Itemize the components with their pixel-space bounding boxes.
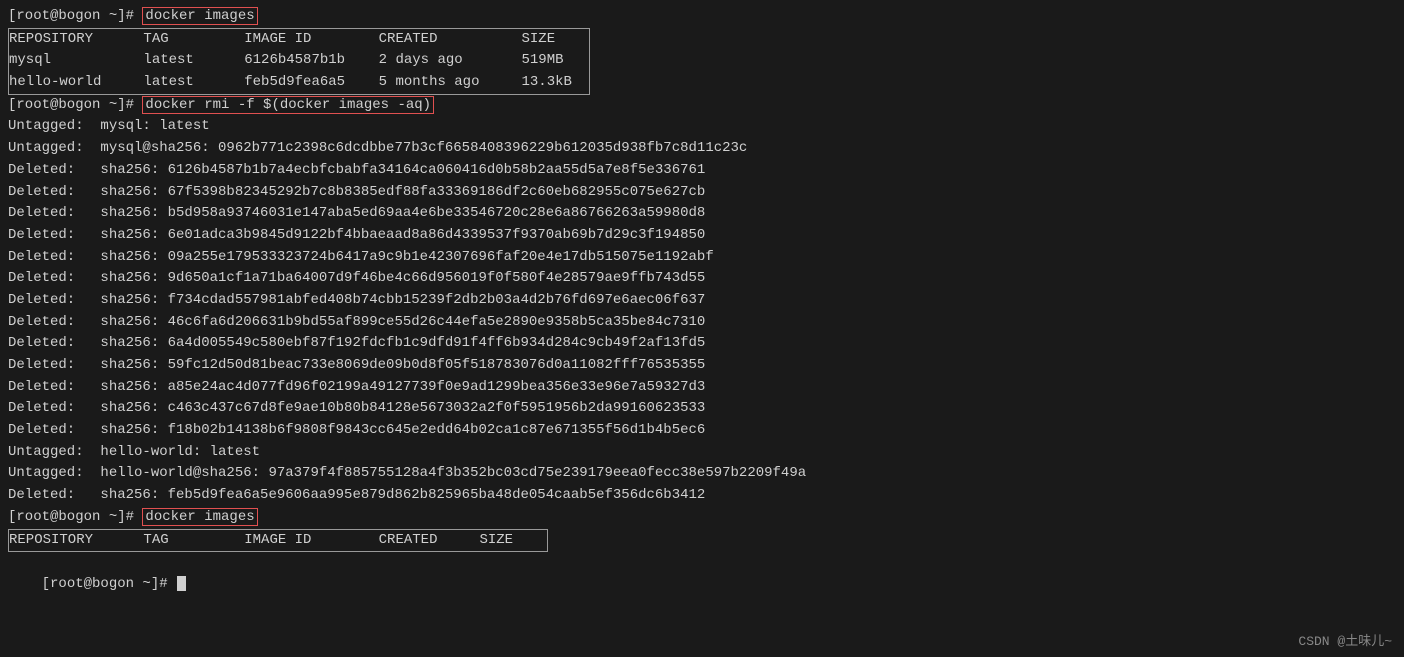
deleted-4: Deleted: sha256: 6e01adca3b9845d9122bf4b…: [8, 225, 1396, 247]
line-rmi: [root@bogon ~]# docker rmi -f $(docker i…: [8, 95, 1396, 117]
table-row-mysql: mysql latest 6126b4587b1b 2 days ago 519…: [9, 50, 589, 72]
watermark: CSDN @土味儿~: [1298, 630, 1392, 649]
deleted-2: Deleted: sha256: 67f5398b82345292b7c8b83…: [8, 182, 1396, 204]
last-prompt: [root@bogon ~]#: [42, 576, 176, 592]
table-header-1: REPOSITORY TAG IMAGE ID CREATED SIZE: [9, 29, 589, 51]
deleted-3: Deleted: sha256: b5d958a93746031e147aba5…: [8, 203, 1396, 225]
deleted-13: Deleted: sha256: f18b02b14138b6f9808f984…: [8, 420, 1396, 442]
untagged-hello: Untagged: hello-world: latest: [8, 442, 1396, 464]
prompt-rmi: [root@bogon ~]#: [8, 97, 142, 113]
prompt-2: [root@bogon ~]#: [8, 509, 142, 525]
deleted-9: Deleted: sha256: 6a4d005549c580ebf87f192…: [8, 333, 1396, 355]
deleted-6: Deleted: sha256: 9d650a1cf1a71ba64007d9f…: [8, 268, 1396, 290]
table-row-hello: hello-world latest feb5d9fea6a5 5 months…: [9, 72, 589, 94]
deleted-hello: Deleted: sha256: feb5d9fea6a5e9606aa995e…: [8, 485, 1396, 507]
cursor: [177, 576, 186, 591]
cmd-docker-images-2: docker images: [142, 508, 257, 526]
deleted-8: Deleted: sha256: 46c6fa6d206631b9bd55af8…: [8, 312, 1396, 334]
table-header-2: REPOSITORY TAG IMAGE ID CREATED SIZE: [9, 530, 547, 552]
last-prompt-line: [root@bogon ~]#: [8, 552, 1396, 617]
cmd-docker-images-1: docker images: [142, 7, 257, 25]
deleted-10: Deleted: sha256: 59fc12d50d81beac733e806…: [8, 355, 1396, 377]
line-docker-images-2: [root@bogon ~]# docker images: [8, 507, 1396, 529]
table-box-1: REPOSITORY TAG IMAGE ID CREATED SIZE mys…: [8, 28, 590, 95]
line-1: [root@bogon ~]# docker images: [8, 6, 1396, 28]
untagged-mysql-sha: Untagged: mysql@sha256: 0962b771c2398c6d…: [8, 138, 1396, 160]
terminal-window: [root@bogon ~]# docker images REPOSITORY…: [0, 0, 1404, 657]
deleted-7: Deleted: sha256: f734cdad557981abfed408b…: [8, 290, 1396, 312]
deleted-11: Deleted: sha256: a85e24ac4d077fd96f02199…: [8, 377, 1396, 399]
deleted-5: Deleted: sha256: 09a255e179533323724b641…: [8, 247, 1396, 269]
deleted-1: Deleted: sha256: 6126b4587b1b7a4ecbfcbab…: [8, 160, 1396, 182]
untagged-hello-sha: Untagged: hello-world@sha256: 97a379f4f8…: [8, 463, 1396, 485]
untagged-mysql: Untagged: mysql: latest: [8, 116, 1396, 138]
table-box-2: REPOSITORY TAG IMAGE ID CREATED SIZE: [8, 529, 548, 553]
deleted-12: Deleted: sha256: c463c437c67d8fe9ae10b80…: [8, 398, 1396, 420]
cmd-rmi: docker rmi -f $(docker images -aq): [142, 96, 434, 114]
prompt-1: [root@bogon ~]#: [8, 8, 142, 24]
